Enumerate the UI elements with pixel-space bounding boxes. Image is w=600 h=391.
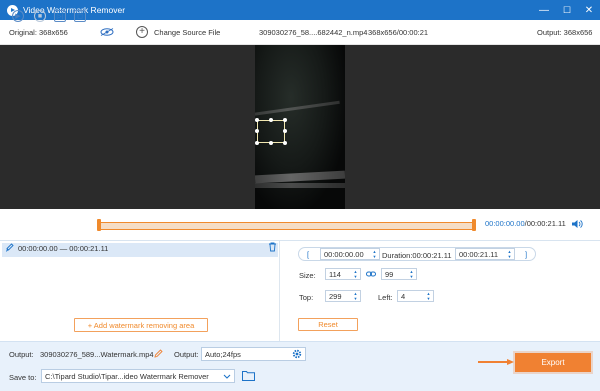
snapshot-icon[interactable]: ◻	[74, 10, 86, 22]
format-label: Output:	[174, 350, 199, 359]
output-label: Output:	[9, 350, 34, 359]
height-field[interactable]: 99 ▲ ▼	[381, 268, 417, 280]
resize-handle[interactable]	[255, 141, 259, 145]
trash-icon[interactable]	[268, 242, 277, 252]
time-readout: 00:00:00.00/00:00:21.11	[485, 219, 566, 228]
eye-icon[interactable]	[100, 28, 114, 36]
stepper-arrows[interactable]: ▲ ▼	[426, 291, 431, 301]
left-value: 4	[401, 291, 406, 301]
source-file-meta: 368x656/00:00:21	[368, 28, 429, 37]
width-field[interactable]: 114 ▲ ▼	[325, 268, 361, 280]
minimize-button[interactable]: —	[535, 0, 553, 20]
volume-icon[interactable]	[571, 219, 583, 229]
info-bar: Original: 368x656 + Change Source File 3…	[0, 20, 600, 45]
original-resolution: Original: 368x656	[9, 28, 68, 37]
output-format-field[interactable]: Auto;24fps	[201, 347, 306, 361]
stepper-arrows[interactable]: ▲ ▼	[507, 249, 512, 259]
add-area-button[interactable]: + Add watermark removing area	[74, 318, 208, 332]
stop-icon[interactable]: ■	[34, 10, 46, 22]
resize-handle[interactable]	[283, 118, 287, 122]
frame-forward-icon[interactable]: ▷|	[54, 10, 66, 22]
set-start-bracket[interactable]: [	[307, 250, 309, 259]
resize-handle[interactable]	[283, 129, 287, 133]
gear-icon[interactable]	[292, 349, 302, 359]
save-to-label: Save to:	[9, 373, 37, 382]
trim-start-handle[interactable]	[97, 219, 101, 231]
title-bar: Video Watermark Remover — ☐ ✕	[0, 0, 600, 20]
end-time-value: 00:00:21.11	[459, 249, 499, 259]
play-icon[interactable]: ▶	[12, 10, 24, 22]
save-path-value: C:\Tipard Studio\Tipar...ideo Watermark …	[45, 371, 209, 381]
resize-handle[interactable]	[283, 141, 287, 145]
stepper-arrows[interactable]: ▲ ▼	[409, 269, 414, 279]
area-time-range: 00:00:00.00 — 00:00:21.11	[18, 244, 109, 253]
save-path-field[interactable]: C:\Tipard Studio\Tipar...ideo Watermark …	[41, 369, 235, 383]
source-file-name: 309030276_58....682442_n.mp4	[259, 28, 368, 37]
folder-icon[interactable]	[242, 370, 255, 381]
maximize-button[interactable]: ☐	[558, 0, 576, 20]
resize-handle[interactable]	[255, 118, 259, 122]
size-label: Size:	[299, 271, 316, 280]
timeline-track[interactable]	[99, 222, 475, 230]
add-circle-icon[interactable]: +	[136, 26, 148, 38]
change-source-button[interactable]: Change Source File	[154, 20, 220, 45]
trim-end-handle[interactable]	[472, 219, 476, 231]
top-value: 299	[329, 291, 342, 301]
stepper-arrows[interactable]: ▲ ▼	[372, 249, 377, 259]
duration-readout: Duration:00:00:21.11	[382, 251, 452, 260]
left-label: Left:	[378, 293, 393, 302]
export-button[interactable]: Export	[515, 353, 591, 372]
reset-button[interactable]: Reset	[298, 318, 358, 331]
start-time-field[interactable]: 00:00:00.00 ▲ ▼	[320, 248, 380, 260]
brush-icon	[6, 243, 14, 252]
close-button[interactable]: ✕	[580, 0, 598, 20]
video-preview	[0, 45, 600, 209]
height-value: 99	[385, 269, 394, 279]
set-end-bracket[interactable]: ]	[525, 250, 527, 259]
stepper-arrows[interactable]: ▲ ▼	[353, 291, 358, 301]
pencil-icon[interactable]	[154, 349, 163, 358]
top-field[interactable]: 299 ▲ ▼	[325, 290, 361, 302]
output-file-name: 309030276_589...Watermark.mp4	[40, 350, 154, 359]
link-icon[interactable]	[366, 270, 376, 278]
top-label: Top:	[299, 293, 314, 302]
output-format-value: Auto;24fps	[205, 349, 241, 359]
watermark-selection-box[interactable]	[257, 120, 285, 143]
stepper-arrows[interactable]: ▲ ▼	[353, 269, 358, 279]
resize-handle[interactable]	[255, 129, 259, 133]
chevron-down-icon[interactable]	[223, 374, 231, 379]
start-time-value: 00:00:00.00	[324, 249, 364, 259]
resize-handle[interactable]	[269, 118, 273, 122]
width-value: 114	[329, 269, 341, 279]
left-field[interactable]: 4 ▲ ▼	[397, 290, 434, 302]
current-time: 00:00:00.00	[485, 219, 525, 228]
resize-handle[interactable]	[269, 141, 273, 145]
end-time-field[interactable]: 00:00:21.11 ▲ ▼	[455, 248, 515, 260]
output-resolution: Output: 368x656	[537, 28, 593, 37]
total-time: /00:00:21.11	[524, 219, 566, 228]
arrow-pointer-icon	[478, 359, 514, 365]
